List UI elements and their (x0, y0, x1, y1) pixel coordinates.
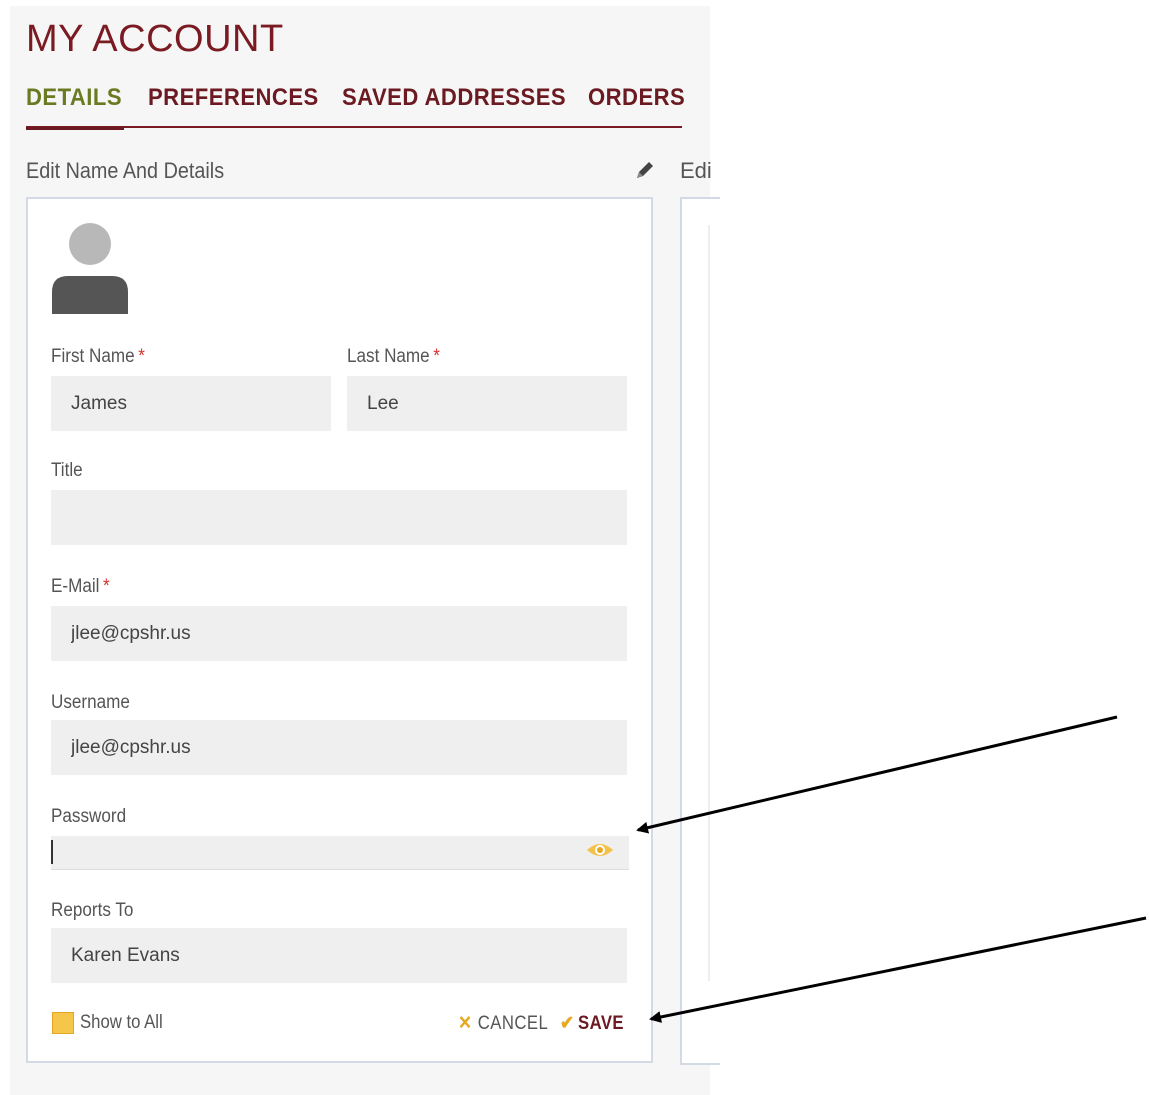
arrow-to-save (649, 916, 1147, 1023)
pencil-icon[interactable] (633, 158, 657, 182)
last-name-label: Last Name * (347, 346, 440, 367)
username-input[interactable] (51, 720, 627, 775)
password-input[interactable] (51, 836, 629, 870)
x-icon: ✕ (458, 1013, 473, 1034)
check-icon: ✔ (560, 1013, 575, 1034)
tab-details[interactable]: DETAILS (26, 84, 122, 112)
section-title: Edit Name And Details (26, 158, 225, 183)
password-label: Password (51, 806, 127, 827)
first-name-input[interactable] (51, 376, 331, 431)
title-label: Title (51, 460, 83, 481)
reports-to-input[interactable] (51, 928, 627, 983)
second-card (680, 197, 720, 1065)
text-cursor (51, 840, 53, 864)
title-input[interactable] (51, 490, 627, 545)
email-input[interactable] (51, 606, 627, 661)
show-to-all-checkbox[interactable] (52, 1012, 74, 1034)
tab-bar: DETAILS PREFERENCES SAVED ADDRESSES ORDE… (26, 80, 685, 130)
tab-orders[interactable]: ORDERS (588, 84, 685, 112)
active-tab-underline (26, 127, 124, 130)
email-label: E-Mail * (51, 576, 110, 597)
eye-icon[interactable] (586, 839, 614, 861)
tab-preferences[interactable]: PREFERENCES (148, 84, 319, 112)
user-avatar-icon (52, 223, 128, 314)
second-section-title: Edi (680, 158, 712, 183)
page-title: MY ACCOUNT (26, 18, 284, 60)
first-name-label: First Name * (51, 346, 145, 367)
last-name-input[interactable] (347, 376, 627, 431)
username-label: Username (51, 692, 130, 713)
reports-to-label: Reports To (51, 900, 134, 921)
tab-saved-addresses[interactable]: SAVED ADDRESSES (342, 84, 566, 112)
save-button[interactable]: ✔ SAVE (560, 1012, 624, 1035)
show-to-all-label: Show to All (80, 1012, 163, 1033)
cancel-button[interactable]: ✕ CANCEL (458, 1012, 548, 1035)
